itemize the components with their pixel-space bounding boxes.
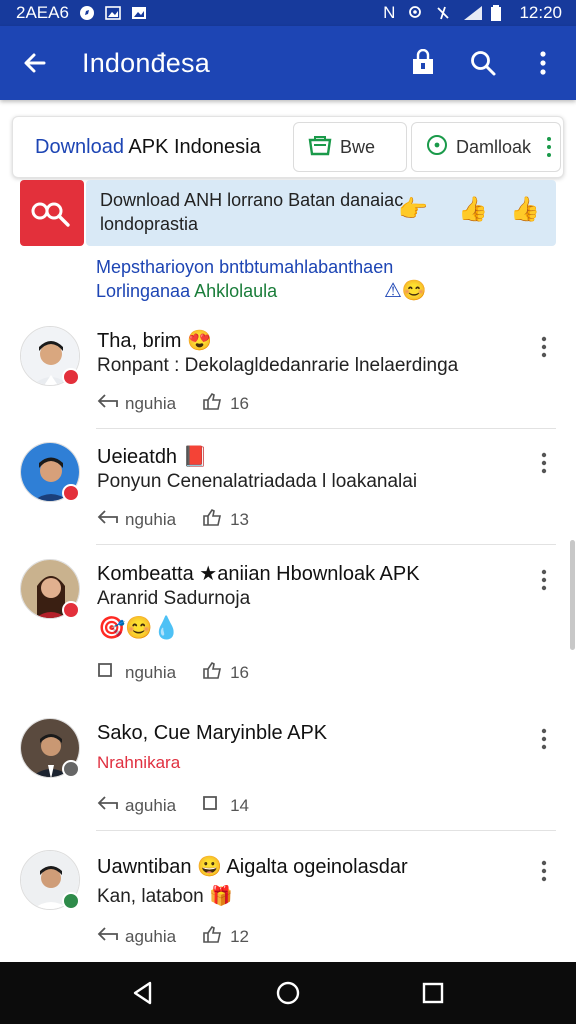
result-banner: Download ANH lorrano Batan danaiac londo… bbox=[86, 180, 556, 246]
thumb-up-icon[interactable] bbox=[202, 392, 222, 415]
search-query-rest: APK Indonesia bbox=[123, 135, 261, 158]
download-chip[interactable]: Damlloak bbox=[411, 122, 561, 172]
hand-emoji-icon: 👉 bbox=[398, 196, 428, 223]
page-title: Indonđesa bbox=[82, 47, 210, 78]
status-badge bbox=[62, 601, 80, 619]
like-emoji-icon-2: 👍 bbox=[510, 196, 540, 223]
reply-icon[interactable] bbox=[97, 661, 119, 684]
result-thumbnail bbox=[20, 180, 84, 246]
recents-nav-icon[interactable] bbox=[413, 973, 453, 1013]
comment-author[interactable]: Ueieatdh 📕 bbox=[97, 444, 208, 469]
thumb-up-icon[interactable] bbox=[202, 925, 222, 948]
comment-text: Aranrid Sadurnoja bbox=[97, 588, 251, 609]
status-badge bbox=[62, 892, 80, 910]
thumb-up-icon[interactable] bbox=[202, 508, 222, 531]
shop-icon bbox=[308, 134, 332, 161]
system-nav-bar bbox=[0, 962, 576, 1024]
divider bbox=[96, 544, 556, 545]
reply-label[interactable]: aguhia bbox=[125, 927, 176, 947]
circle-download-icon bbox=[426, 134, 448, 161]
browse-chip-label: Bwe bbox=[340, 136, 376, 157]
reply-icon[interactable] bbox=[97, 794, 119, 817]
more-vert-icon[interactable] bbox=[528, 48, 558, 78]
thumb-up-icon[interactable] bbox=[202, 794, 222, 817]
like-count: 14 bbox=[230, 795, 249, 815]
search-icon[interactable] bbox=[468, 48, 498, 78]
like-count: 12 bbox=[230, 926, 249, 946]
comment-more-icon[interactable] bbox=[538, 860, 550, 887]
description-line-2: Lorlinganaa bbox=[96, 281, 195, 301]
back-nav-icon[interactable] bbox=[123, 973, 163, 1013]
download-chip-label: Damlloak bbox=[456, 136, 532, 157]
comment-author[interactable]: Tha, brim 😍 bbox=[97, 328, 212, 353]
status-time: 12:20 bbox=[519, 3, 562, 22]
image-icon bbox=[105, 5, 121, 21]
thumb-up-icon[interactable] bbox=[202, 661, 222, 684]
like-count: 16 bbox=[230, 393, 249, 413]
like-count: 16 bbox=[230, 662, 249, 682]
reply-label[interactable]: aguhia bbox=[125, 796, 176, 816]
search-query-keyword: Download bbox=[35, 135, 124, 158]
browse-chip[interactable]: Bwe bbox=[293, 122, 407, 172]
like-count: 13 bbox=[230, 509, 249, 529]
signal-icon bbox=[463, 5, 483, 21]
app-bar: Indonđesa bbox=[0, 26, 576, 100]
search-query[interactable]: Download APK Indonesia bbox=[13, 136, 293, 159]
network-indicator: N bbox=[383, 3, 396, 22]
comment-text: Nrahnikara bbox=[97, 753, 181, 772]
reply-label[interactable]: nguhia bbox=[125, 663, 176, 683]
comment-author[interactable]: Uawntiban 😀 Aigalta ogeinolasdar bbox=[97, 854, 408, 879]
comment-more-icon[interactable] bbox=[538, 569, 550, 596]
comment-more-icon[interactable] bbox=[538, 452, 550, 479]
comment-more-icon[interactable] bbox=[538, 728, 550, 755]
status-badge bbox=[62, 760, 80, 778]
comment-more-icon[interactable] bbox=[538, 336, 550, 363]
divider bbox=[96, 428, 556, 429]
chip-more-icon[interactable] bbox=[547, 137, 552, 157]
status-bar: 2AEA6 N 12:20 bbox=[0, 0, 576, 26]
description-line-1: Mepstharioyon bntbtumahlabanthaen bbox=[96, 257, 394, 277]
status-left-text: 2AEA6 bbox=[16, 3, 69, 22]
comment-author-text: Ueieatdh bbox=[97, 446, 178, 468]
search-result[interactable]: Download ANH lorrano Batan danaiac londo… bbox=[20, 178, 556, 248]
description-highlight: Ahklolaula bbox=[194, 281, 278, 301]
status-badge bbox=[62, 484, 80, 502]
divider bbox=[96, 830, 556, 831]
reply-label[interactable]: nguhia bbox=[125, 510, 176, 530]
smile-emoji-icon: ⚠😊 bbox=[384, 280, 427, 302]
comment-author[interactable]: Kombeatta ★aniian Hbownloak APK bbox=[97, 561, 420, 586]
back-arrow-icon[interactable] bbox=[18, 46, 52, 80]
home-nav-icon[interactable] bbox=[268, 973, 308, 1013]
comment-text: Kan, latabon 🎁 bbox=[97, 886, 233, 907]
battery-icon bbox=[491, 5, 507, 21]
result-description: Mepstharioyon bntbtumahlabanthaen Lorlin… bbox=[96, 255, 536, 303]
search-card: Download APK Indonesia Bwe Damlloak bbox=[12, 116, 564, 178]
flag-emoji-icon: 📕 bbox=[182, 446, 208, 468]
vibrate-icon bbox=[435, 5, 451, 21]
reaction-emojis: 🎯😊💧 bbox=[98, 615, 181, 640]
scrollbar[interactable] bbox=[570, 540, 575, 650]
compass-icon bbox=[79, 5, 95, 21]
status-badge bbox=[62, 368, 80, 386]
like-emoji-icon: 👍 bbox=[458, 196, 488, 223]
comment-text: Ponyun Cenenalatriadada l loakanalai bbox=[97, 471, 418, 492]
gallery-icon bbox=[131, 5, 147, 21]
reply-icon[interactable] bbox=[97, 925, 119, 948]
location-icon bbox=[407, 5, 423, 21]
reply-label[interactable]: nguhia bbox=[125, 394, 176, 414]
reply-icon[interactable] bbox=[97, 392, 119, 415]
comment-author[interactable]: Sako, Cue Maryinble APK bbox=[97, 722, 327, 745]
comment-text: Ronpant : Dekolaglde­danrarie lnelaerdin… bbox=[97, 355, 459, 376]
bag-icon[interactable] bbox=[408, 48, 438, 78]
reply-icon[interactable] bbox=[97, 508, 119, 531]
